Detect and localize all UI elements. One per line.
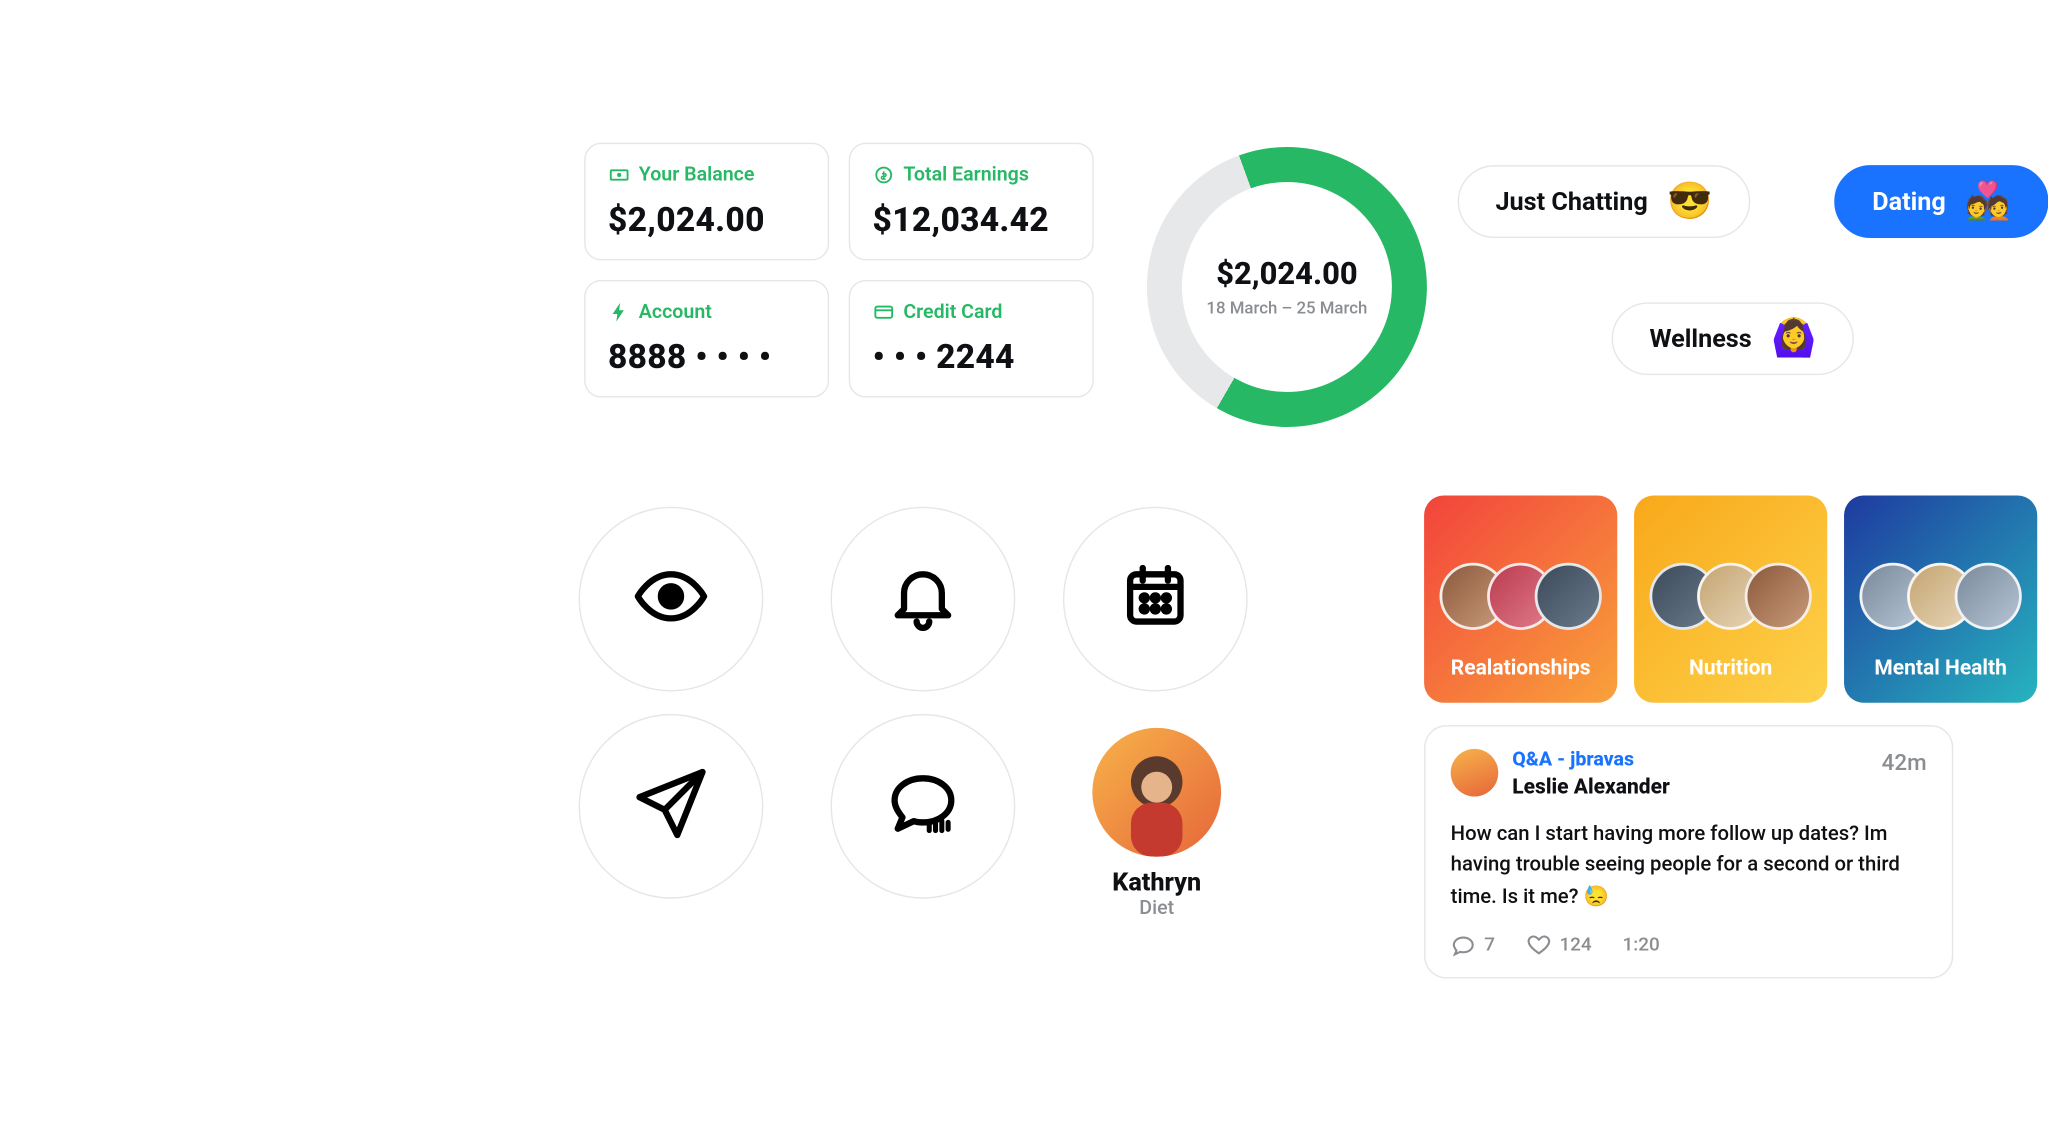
calendar-icon <box>1117 559 1193 640</box>
chip-dating[interactable]: Dating 💑 <box>1834 165 2048 238</box>
calendar-button[interactable] <box>1062 507 1247 692</box>
balance-value: $2,024.00 <box>607 200 804 239</box>
post-age: 42m <box>1881 749 1926 776</box>
voice-chat-button[interactable] <box>830 714 1015 899</box>
user-tag: Diet <box>1079 897 1233 919</box>
earnings-card[interactable]: Total Earnings $12,034.42 <box>848 143 1093 261</box>
account-label: Account <box>638 301 711 323</box>
card-card[interactable]: Credit Card • • • 2244 <box>848 280 1093 398</box>
wallet-icon <box>607 164 629 186</box>
paper-plane-icon <box>633 766 709 847</box>
likes-button[interactable]: 124 <box>1525 933 1591 958</box>
heart-icon <box>1525 933 1550 958</box>
post-avatar <box>1450 749 1498 797</box>
category-tiles: Realationships Nutrition Mental Health <box>1424 496 2037 703</box>
lightning-icon <box>607 301 629 323</box>
account-value: 8888 • • • • <box>607 337 804 376</box>
avatar-row <box>1869 563 2012 630</box>
chat-voice-icon <box>885 766 961 847</box>
category-nutrition[interactable]: Nutrition <box>1634 496 1827 703</box>
card-label: Credit Card <box>903 301 1002 323</box>
chip-label: Dating <box>1872 187 1946 216</box>
post-card[interactable]: Q&A - jbravas Leslie Alexander 42m How c… <box>1424 725 1953 979</box>
earnings-label: Total Earnings <box>903 164 1029 186</box>
eye-icon <box>633 559 709 640</box>
post-footer: 7 124 1:20 <box>1450 933 1926 958</box>
account-card[interactable]: Account 8888 • • • • <box>584 280 829 398</box>
notifications-button[interactable] <box>830 507 1015 692</box>
balance-card[interactable]: Your Balance $2,024.00 <box>584 143 829 261</box>
balance-donut: $2,024.00 18 March – 25 March <box>1146 147 1426 427</box>
user-tile[interactable]: Kathryn Diet <box>1079 728 1233 920</box>
stat-cards: Your Balance $2,024.00 Total Earnings $1… <box>584 143 1094 398</box>
earnings-value: $12,034.42 <box>872 200 1069 239</box>
comment-icon <box>1450 933 1475 958</box>
person-ok-emoji-icon: 🙆‍♀️ <box>1771 321 1816 357</box>
chip-wellness[interactable]: Wellness 🙆‍♀️ <box>1611 302 1854 375</box>
donut-range: 18 March – 25 March <box>1206 297 1367 317</box>
card-value: • • • 2244 <box>872 337 1069 376</box>
view-button[interactable] <box>578 507 763 692</box>
category-label: Nutrition <box>1689 655 1772 680</box>
bell-icon <box>885 559 961 640</box>
avatar <box>1092 728 1221 857</box>
sunglasses-emoji-icon: 😎 <box>1667 183 1712 219</box>
category-relationships[interactable]: Realationships <box>1424 496 1617 703</box>
comments-count: 7 <box>1484 934 1495 956</box>
balance-label: Your Balance <box>638 164 754 186</box>
avatar-row <box>1659 563 1802 630</box>
category-label: Mental Health <box>1874 655 2006 680</box>
category-mental-health[interactable]: Mental Health <box>1844 496 2037 703</box>
post-author: Leslie Alexander <box>1512 774 1867 799</box>
likes-count: 124 <box>1559 934 1591 956</box>
post-duration: 1:20 <box>1622 934 1659 956</box>
dollar-circle-icon <box>872 164 894 186</box>
post-body: How can I start having more follow up da… <box>1450 819 1926 913</box>
comments-button[interactable]: 7 <box>1450 933 1494 958</box>
couple-emoji-icon: 💑 <box>1965 183 2010 219</box>
credit-card-icon <box>872 301 894 323</box>
avatar-row <box>1449 563 1592 630</box>
user-name: Kathryn <box>1079 868 1233 897</box>
chip-just-chatting[interactable]: Just Chatting 😎 <box>1457 165 1750 238</box>
chip-label: Just Chatting <box>1495 187 1647 216</box>
send-button[interactable] <box>578 714 763 899</box>
chip-label: Wellness <box>1649 324 1751 353</box>
donut-amount: $2,024.00 <box>1216 257 1357 292</box>
category-label: Realationships <box>1450 655 1590 680</box>
post-channel[interactable]: Q&A - jbravas <box>1512 749 1867 771</box>
